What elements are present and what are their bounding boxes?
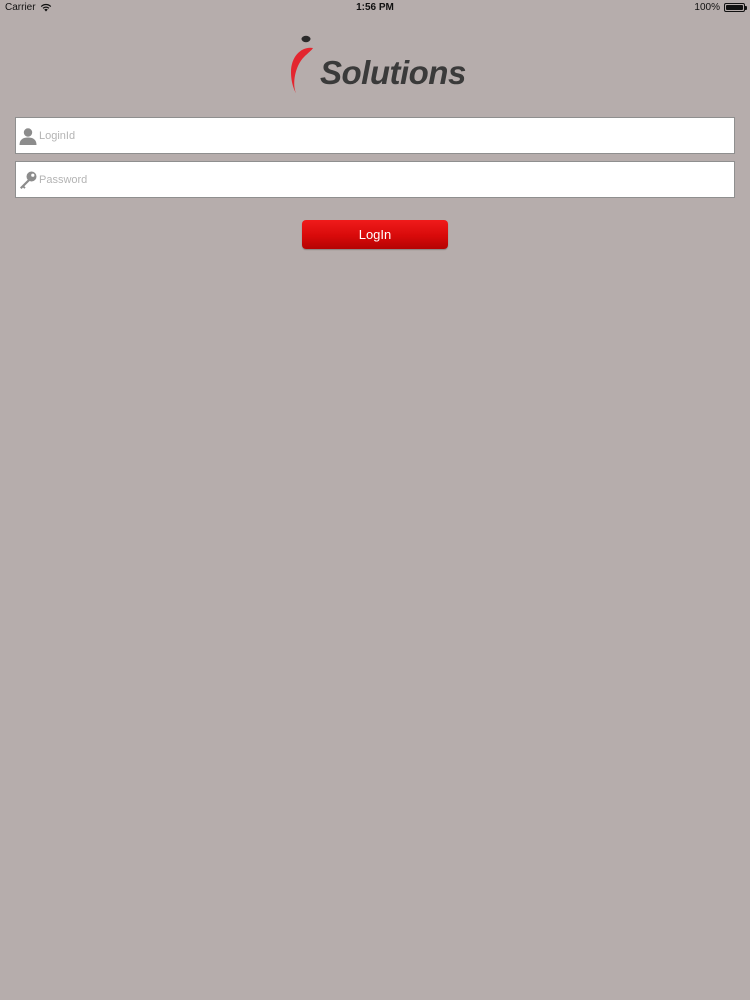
key-icon [17,169,39,191]
battery-percent: 100% [694,2,720,13]
battery-icon [724,3,747,12]
status-bar: Carrier 1:56 PM 100% [0,0,750,16]
login-id-field[interactable] [15,117,735,154]
company-logo: Solutions [286,32,466,96]
login-button[interactable]: LogIn [302,220,448,249]
password-input[interactable] [39,162,734,197]
clock: 1:56 PM [356,2,394,13]
status-right: 100% [694,2,747,13]
battery-fill [726,5,743,10]
user-icon [17,125,39,147]
password-field[interactable] [15,161,735,198]
login-id-input[interactable] [39,118,734,153]
logo-text: Solutions [320,54,466,91]
